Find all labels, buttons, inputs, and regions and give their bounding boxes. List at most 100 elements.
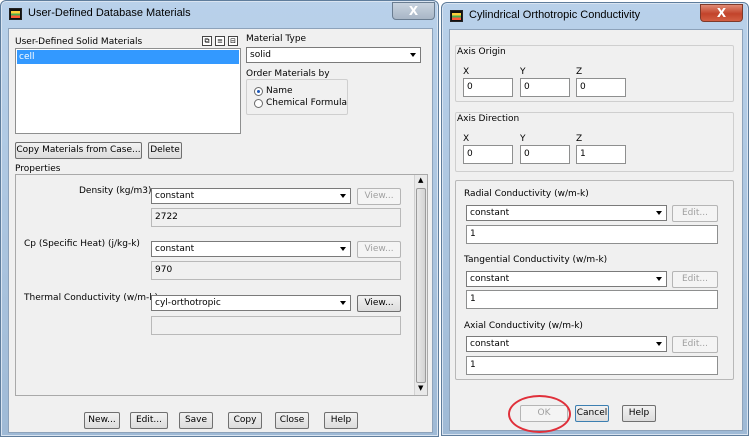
delete-button[interactable]: Delete (148, 142, 182, 159)
conductivity-titlebar[interactable]: Cylindrical Orthotropic Conductivity X (442, 3, 748, 29)
thermal-conductivity-value-field[interactable] (151, 316, 401, 335)
direction-x-input[interactable]: 0 (463, 145, 513, 164)
density-view-button[interactable]: View... (357, 188, 401, 205)
order-name-radio[interactable] (254, 87, 263, 96)
tangential-conductivity-label: Tangential Conductivity (w/m-k) (464, 255, 608, 265)
origin-y-input[interactable]: 0 (520, 78, 570, 97)
new-button[interactable]: New... (84, 412, 120, 429)
radial-edit-button[interactable]: Edit... (672, 205, 718, 222)
radial-value-input[interactable]: 1 (466, 225, 718, 244)
density-method-value: constant (155, 191, 195, 201)
origin-x-label: X (463, 67, 470, 77)
chevron-down-icon (656, 211, 662, 215)
radial-method-value: constant (470, 208, 510, 218)
density-method-dropdown[interactable]: constant (151, 188, 351, 204)
scroll-up-icon[interactable]: ▲ (418, 176, 423, 184)
tangential-value: 1 (470, 294, 476, 304)
chevron-down-icon (340, 194, 346, 198)
properties-label: Properties (15, 164, 61, 174)
cp-value-field[interactable]: 970 (151, 261, 401, 280)
origin-z-value: 0 (580, 82, 586, 92)
chevron-down-icon (410, 53, 416, 57)
materials-close-icon[interactable]: X (392, 2, 435, 20)
chevron-down-icon (656, 277, 662, 281)
material-name: cell (19, 52, 35, 62)
select-all-icon[interactable]: ⧉ (202, 36, 212, 46)
deselect-icon[interactable]: ⊟ (228, 36, 238, 46)
materials-titlebar[interactable]: User-Defined Database Materials X (1, 1, 438, 27)
tangential-edit-button[interactable]: Edit... (672, 271, 718, 288)
origin-x-input[interactable]: 0 (463, 78, 513, 97)
materials-window: User-Defined Database Materials X User-D… (0, 0, 439, 437)
chevron-down-icon (340, 247, 346, 251)
order-name-label: Name (266, 86, 293, 96)
conductivity-close-icon[interactable]: X (700, 4, 743, 22)
radial-value: 1 (470, 229, 476, 239)
chevron-down-icon (656, 342, 662, 346)
axial-method-dropdown[interactable]: constant (466, 336, 667, 352)
chevron-down-icon (340, 301, 346, 305)
list-view-icon[interactable]: ≡ (215, 36, 225, 46)
direction-y-label: Y (520, 134, 526, 144)
axial-value-input[interactable]: 1 (466, 356, 718, 375)
save-button[interactable]: Save (179, 412, 213, 429)
direction-z-input[interactable]: 1 (576, 145, 626, 164)
properties-panel: Density (kg/m3) constant View... 2722 Cp… (15, 174, 428, 396)
axial-conductivity-label: Axial Conductivity (w/m-k) (464, 321, 583, 331)
material-type-dropdown[interactable]: solid (246, 47, 421, 63)
tangential-method-value: constant (470, 274, 510, 284)
copy-materials-button[interactable]: Copy Materials from Case... (15, 142, 142, 159)
edit-button[interactable]: Edit... (130, 412, 168, 429)
thermal-conductivity-method-dropdown[interactable]: cyl-orthotropic (151, 295, 351, 311)
help-button[interactable]: Help (622, 405, 656, 422)
material-type-label: Material Type (246, 34, 307, 44)
thermal-conductivity-method-value: cyl-orthotropic (155, 298, 221, 308)
cp-label: Cp (Specific Heat) (j/kg-k) (24, 239, 140, 249)
origin-y-value: 0 (524, 82, 530, 92)
close-button[interactable]: Close (275, 412, 309, 429)
order-materials-group (246, 79, 348, 115)
direction-y-value: 0 (524, 149, 530, 159)
axial-edit-button[interactable]: Edit... (672, 336, 718, 353)
properties-scrollbar[interactable]: ▲ ▼ (414, 175, 427, 395)
help-button[interactable]: Help (324, 412, 358, 429)
list-item[interactable]: cell (17, 50, 239, 64)
tangential-value-input[interactable]: 1 (466, 290, 718, 309)
radial-conductivity-label: Radial Conductivity (w/m-k) (464, 189, 589, 199)
order-formula-radio[interactable] (254, 99, 263, 108)
axial-method-value: constant (470, 339, 510, 349)
radial-method-dropdown[interactable]: constant (466, 205, 667, 221)
direction-x-value: 0 (467, 149, 473, 159)
cp-method-value: constant (155, 244, 195, 254)
app-icon (450, 10, 463, 22)
direction-y-input[interactable]: 0 (520, 145, 570, 164)
cp-value: 970 (155, 265, 173, 275)
density-value-field[interactable]: 2722 (151, 208, 401, 227)
origin-z-input[interactable]: 0 (576, 78, 626, 97)
axis-origin-label: Axis Origin (457, 47, 506, 57)
properties-scroll-thumb[interactable] (416, 188, 426, 383)
order-materials-label: Order Materials by (246, 69, 330, 79)
materials-window-title: User-Defined Database Materials (28, 7, 191, 19)
origin-x-value: 0 (467, 82, 473, 92)
order-formula-label: Chemical Formula (266, 98, 348, 108)
axial-value: 1 (470, 360, 476, 370)
solid-materials-label: User-Defined Solid Materials (15, 37, 143, 47)
thermal-conductivity-view-button[interactable]: View... (357, 295, 401, 312)
materials-list[interactable]: cell (15, 48, 241, 134)
direction-z-label: Z (576, 134, 583, 144)
thermal-conductivity-label: Thermal Conductivity (w/m-k) (24, 293, 158, 303)
app-icon (9, 8, 22, 20)
copy-button[interactable]: Copy (228, 412, 262, 429)
cp-method-dropdown[interactable]: constant (151, 241, 351, 257)
conductivity-window-title: Cylindrical Orthotropic Conductivity (469, 9, 641, 21)
density-label: Density (kg/m3) (79, 186, 152, 196)
cancel-button[interactable]: Cancel (575, 405, 609, 422)
materials-client: User-Defined Solid Materials ⧉ ≡ ⊟ cell … (8, 28, 433, 433)
material-type-value: solid (250, 50, 271, 60)
cp-view-button[interactable]: View... (357, 241, 401, 258)
density-value: 2722 (155, 212, 178, 222)
scroll-down-icon[interactable]: ▼ (418, 384, 423, 392)
tangential-method-dropdown[interactable]: constant (466, 271, 667, 287)
direction-x-label: X (463, 134, 470, 144)
